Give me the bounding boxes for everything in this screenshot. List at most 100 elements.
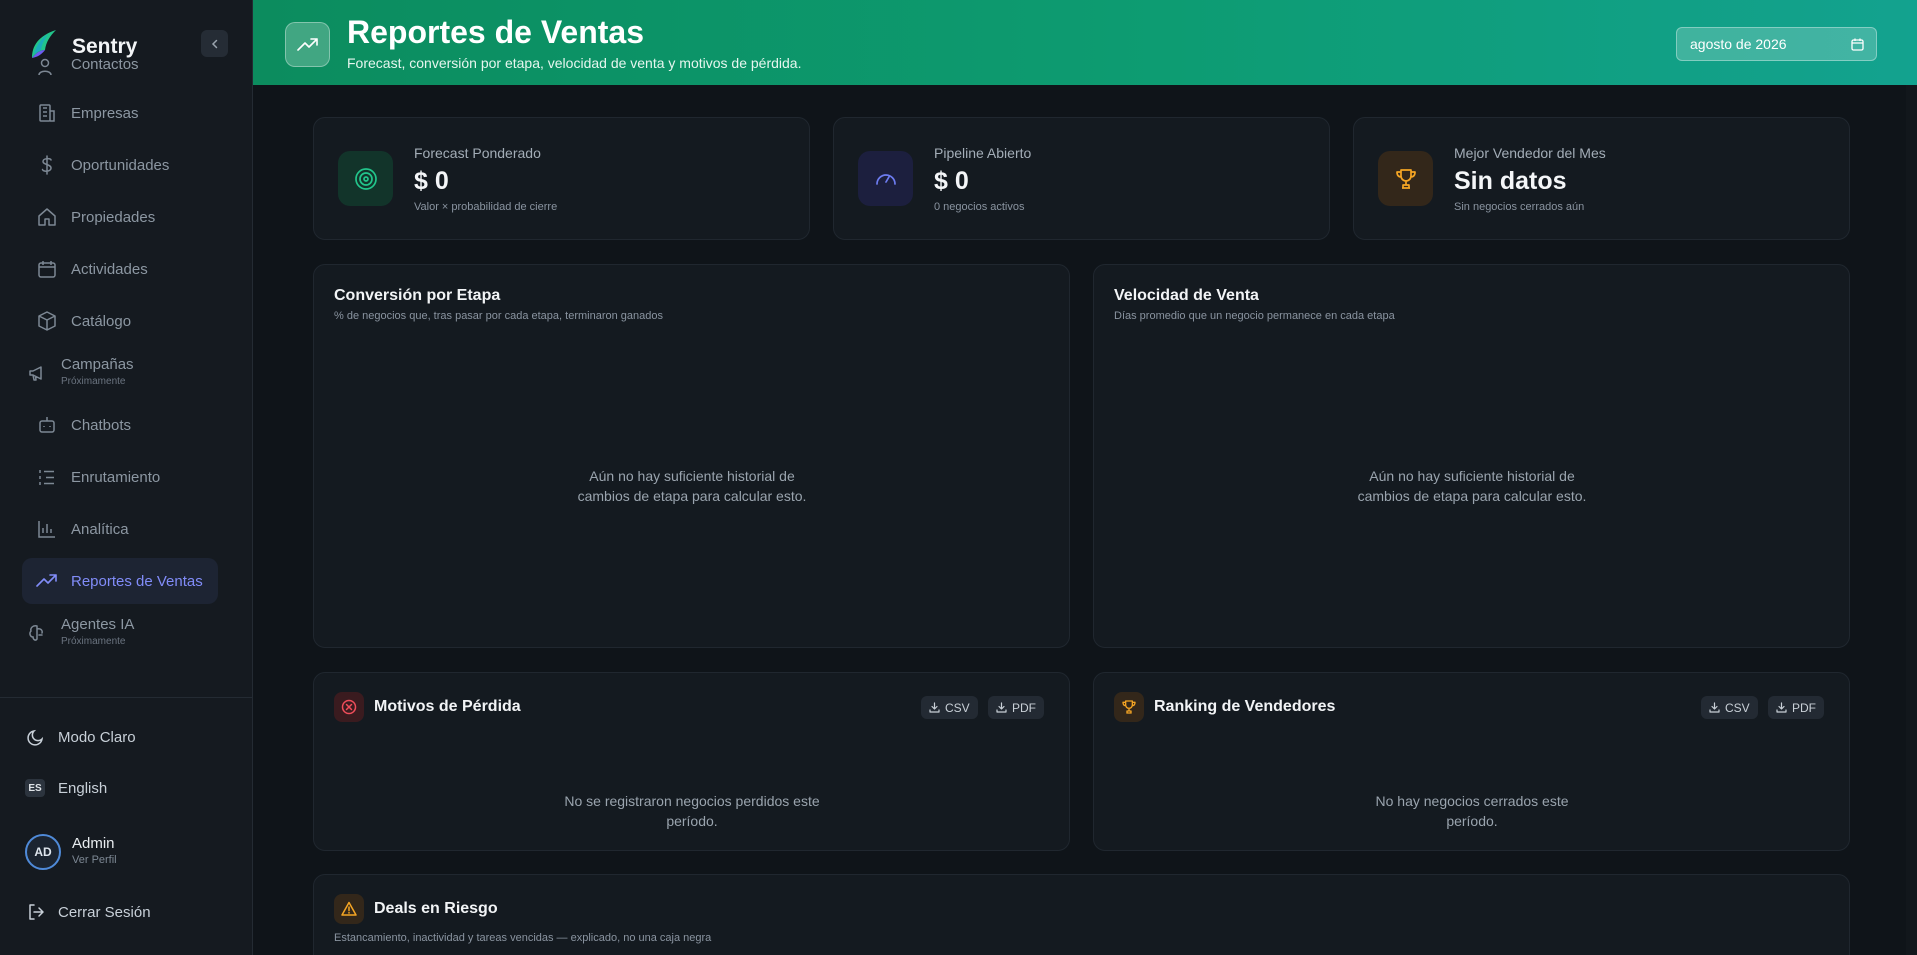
kpi-label: Forecast Ponderado xyxy=(414,145,541,161)
kpi-value: $ 0 xyxy=(934,167,969,195)
kpi-value: $ 0 xyxy=(414,167,449,195)
card-title: Conversión por Etapa xyxy=(334,287,501,304)
logout-label: Cerrar Sesión xyxy=(58,903,151,921)
export-csv-button[interactable]: CSV xyxy=(921,696,978,719)
main-content: Reportes de Ventas Forecast, conversión … xyxy=(253,0,1917,955)
deals-at-risk-card: Deals en Riesgo Estancamiento, inactivid… xyxy=(313,874,1850,955)
sidebar-item-label: Propiedades xyxy=(71,208,156,226)
sidebar-item-campanas[interactable]: Campañas Próximamente xyxy=(22,350,218,396)
language-label: English xyxy=(58,779,108,797)
warning-icon xyxy=(334,894,364,924)
sidebar-item-catalogo[interactable]: Catálogo xyxy=(22,298,218,344)
sidebar-item-label: Campañas xyxy=(61,356,134,373)
bot-icon xyxy=(36,414,58,436)
sidebar-item-reportes-ventas[interactable]: Reportes de Ventas xyxy=(22,558,218,604)
download-icon xyxy=(929,702,940,713)
sidebar-item-analitica[interactable]: Analítica xyxy=(22,506,218,552)
empty-state: Aún no hay suficiente historial de cambi… xyxy=(1357,468,1587,504)
velocity-card: Velocidad de Venta Días promedio que un … xyxy=(1093,264,1850,648)
kpi-caption: Valor × probabilidad de cierre xyxy=(414,201,558,213)
sidebar-item-oportunidades[interactable]: Oportunidades xyxy=(22,142,218,188)
sidebar-item-agentes-ia[interactable]: Agentes IA Próximamente xyxy=(22,610,218,656)
logout-button[interactable]: Cerrar Sesión xyxy=(25,901,151,923)
avatar: AD xyxy=(25,834,61,870)
conversion-card: Conversión por Etapa % de negocios que, … xyxy=(313,264,1070,648)
sidebar-item-propiedades[interactable]: Propiedades xyxy=(22,194,218,240)
sidebar-item-label: Oportunidades xyxy=(71,156,170,174)
card-title: Ranking de Vendedores xyxy=(1154,698,1336,715)
card-title: Deals en Riesgo xyxy=(374,900,498,917)
theme-toggle[interactable]: Modo Claro xyxy=(25,726,136,748)
sidebar-item-sublabel: Próximamente xyxy=(61,376,126,387)
card-subtitle: Estancamiento, inactividad y tareas venc… xyxy=(334,932,712,944)
empty-state: No se registraron negocios perdidos este… xyxy=(564,793,820,829)
collapse-sidebar-button[interactable] xyxy=(201,30,228,57)
view-profile-link[interactable]: Ver Perfil xyxy=(72,852,117,868)
download-icon xyxy=(996,702,1007,713)
kpi-best-seller-card: Mejor Vendedor del Mes Sin datos Sin neg… xyxy=(1353,117,1850,240)
card-subtitle: % de negocios que, tras pasar por cada e… xyxy=(334,310,663,322)
kpi-label: Mejor Vendedor del Mes xyxy=(1454,145,1606,161)
language-toggle[interactable]: ES English xyxy=(25,779,107,797)
package-icon xyxy=(36,310,58,332)
list-icon xyxy=(36,466,58,488)
language-badge: ES xyxy=(25,779,45,797)
scrollbar[interactable] xyxy=(1906,85,1917,955)
empty-state: Aún no hay suficiente historial de cambi… xyxy=(577,468,807,504)
x-circle-icon xyxy=(334,692,364,722)
empty-state: No hay negocios cerrados este período. xyxy=(1375,793,1569,829)
building-icon xyxy=(36,102,58,124)
sidebar-item-label: Contactos xyxy=(71,56,139,73)
export-pdf-button[interactable]: PDF xyxy=(1768,696,1824,719)
sidebar-item-enrutamiento[interactable]: Enrutamiento xyxy=(22,454,218,500)
seller-ranking-card: Ranking de Vendedores CSV PDF No hay neg… xyxy=(1093,672,1850,851)
sidebar-item-label: Empresas xyxy=(71,104,139,122)
month-picker[interactable]: agosto de 2026 xyxy=(1676,27,1877,61)
chevron-left-icon xyxy=(211,39,217,48)
dollar-icon xyxy=(36,154,58,176)
sidebar-item-actividades[interactable]: Actividades xyxy=(22,246,218,292)
card-title: Motivos de Pérdida xyxy=(374,698,521,715)
export-pdf-label: PDF xyxy=(1792,700,1816,715)
gauge-icon xyxy=(858,151,913,206)
sidebar-item-label: Actividades xyxy=(71,260,148,278)
logout-icon xyxy=(25,901,47,923)
sidebar-item-sublabel: Próximamente xyxy=(61,636,126,647)
theme-toggle-label: Modo Claro xyxy=(58,728,136,746)
user-name: Admin xyxy=(72,835,115,852)
export-csv-button[interactable]: CSV xyxy=(1701,696,1758,719)
kpi-forecast-card: Forecast Ponderado $ 0 Valor × probabili… xyxy=(313,117,810,240)
kpi-caption: Sin negocios cerrados aún xyxy=(1454,201,1585,213)
download-icon xyxy=(1709,702,1720,713)
kpi-value: Sin datos xyxy=(1454,167,1567,195)
export-csv-label: CSV xyxy=(1725,700,1750,715)
moon-icon xyxy=(25,726,47,748)
sidebar-item-label: Reportes de Ventas xyxy=(71,572,203,590)
page-title: Reportes de Ventas xyxy=(347,14,644,50)
sidebar-item-contactos[interactable]: Contactos xyxy=(22,56,218,84)
target-icon xyxy=(338,151,393,206)
export-csv-label: CSV xyxy=(945,700,970,715)
calendar-icon xyxy=(36,258,58,280)
sidebar-item-label: Analítica xyxy=(71,520,129,538)
sidebar-divider xyxy=(0,697,253,698)
sidebar-item-empresas[interactable]: Empresas xyxy=(22,90,218,136)
user-profile[interactable]: AD Admin Ver Perfil xyxy=(25,834,117,870)
kpi-pipeline-card: Pipeline Abierto $ 0 0 negocios activos xyxy=(833,117,1330,240)
sidebar-item-label: Agentes IA xyxy=(61,616,135,633)
export-pdf-button[interactable]: PDF xyxy=(988,696,1044,719)
kpi-caption: 0 negocios activos xyxy=(934,201,1025,213)
trophy-icon xyxy=(1114,692,1144,722)
sidebar-item-label: Chatbots xyxy=(71,416,132,434)
loss-reasons-card: Motivos de Pérdida CSV PDF No se registr… xyxy=(313,672,1070,851)
sidebar-nav: Contactos Empresas Oportunidades Propied… xyxy=(22,56,218,662)
card-subtitle: Días promedio que un negocio permanece e… xyxy=(1114,310,1395,322)
app: Sentry Contactos Empresas Oportunidades … xyxy=(0,0,1917,955)
reports-header-icon xyxy=(285,22,330,67)
bar-chart-icon xyxy=(36,518,58,540)
sidebar-item-chatbots[interactable]: Chatbots xyxy=(22,402,218,448)
page-header: Reportes de Ventas Forecast, conversión … xyxy=(253,0,1917,85)
export-pdf-label: PDF xyxy=(1012,700,1036,715)
sidebar-item-label: Enrutamiento xyxy=(71,468,161,486)
home-icon xyxy=(36,206,58,228)
